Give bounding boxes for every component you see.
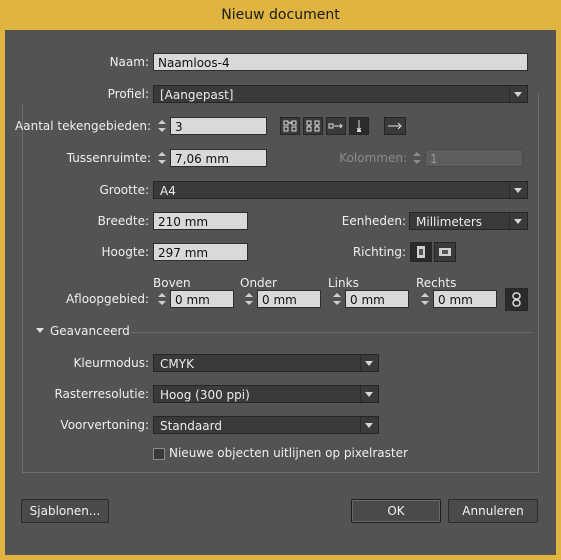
afloop-onder-label: Onder bbox=[240, 276, 277, 290]
richting-label: Richting: bbox=[352, 245, 406, 259]
uitlijnen-checkbox[interactable] bbox=[153, 448, 165, 460]
voorvertoning-label: Voorvertoning: bbox=[60, 418, 149, 432]
kleurmodus-value: CMYK bbox=[160, 357, 194, 371]
eenheden-select[interactable]: Millimeters bbox=[409, 212, 528, 230]
link-chain-icon[interactable] bbox=[505, 288, 528, 311]
grid-by-row-icon[interactable] bbox=[280, 117, 300, 135]
afloop-onder-spinner[interactable] bbox=[241, 290, 257, 308]
profiel-label: Profiel: bbox=[5, 84, 149, 104]
window-title: Nieuw document bbox=[221, 7, 340, 23]
kolommen-spinner bbox=[409, 149, 425, 167]
portrait-icon[interactable] bbox=[410, 242, 432, 262]
arrange-by-row-icon[interactable] bbox=[326, 117, 346, 135]
chevron-down-icon bbox=[360, 417, 378, 433]
geavanceerd-label[interactable]: Geavanceerd bbox=[50, 324, 130, 338]
rasterresolutie-value: Hoog (300 ppi) bbox=[160, 388, 250, 402]
tekengebieden-spinner[interactable] bbox=[154, 117, 170, 135]
afloop-boven-input[interactable]: 0 mm bbox=[170, 290, 234, 308]
rasterresolutie-label: Rasterresolutie: bbox=[54, 387, 149, 401]
chevron-down-icon bbox=[360, 386, 378, 402]
tussenruimte-spinner[interactable] bbox=[154, 149, 170, 167]
afloop-boven-spinner[interactable] bbox=[154, 290, 170, 308]
kleurmodus-select[interactable]: CMYK bbox=[153, 354, 379, 372]
afloop-onder-input[interactable]: 0 mm bbox=[257, 290, 321, 308]
breedte-input[interactable]: 210 mm bbox=[153, 212, 248, 230]
naam-input[interactable]: Naamloos-4 bbox=[153, 53, 528, 71]
afloop-boven-label: Boven bbox=[153, 276, 191, 290]
chevron-down-icon bbox=[509, 182, 527, 198]
kleurmodus-label: Kleurmodus: bbox=[73, 356, 149, 370]
tekengebieden-label: Aantal tekengebieden: bbox=[15, 119, 151, 133]
advanced-divider bbox=[129, 332, 533, 333]
rasterresolutie-select[interactable]: Hoog (300 ppi) bbox=[153, 385, 379, 403]
profiel-value: [Aangepast] bbox=[160, 88, 234, 102]
tussenruimte-input[interactable]: 7,06 mm bbox=[170, 149, 267, 167]
afloop-links-input[interactable]: 0 mm bbox=[345, 290, 409, 308]
collapse-triangle-icon[interactable] bbox=[36, 328, 44, 333]
tekengebieden-input[interactable]: 3 bbox=[170, 117, 267, 135]
voorvertoning-select[interactable]: Standaard bbox=[153, 416, 379, 434]
grid-by-column-icon[interactable] bbox=[303, 117, 323, 135]
kolommen-label: Kolommen: bbox=[339, 151, 407, 165]
hoogte-label: Hoogte: bbox=[101, 245, 149, 259]
afloop-label: Afloopgebied: bbox=[65, 292, 149, 306]
naam-label: Naam: bbox=[109, 55, 149, 69]
uitlijnen-label[interactable]: Nieuwe objecten uitlijnen op pixelraster bbox=[169, 446, 408, 460]
hoogte-input[interactable]: 297 mm bbox=[153, 243, 248, 261]
dialog-window: Nieuw document Naam: Naamloos-4 Profiel:… bbox=[0, 0, 561, 560]
tussenruimte-label: Tussenruimte: bbox=[66, 151, 151, 165]
voorvertoning-value: Standaard bbox=[160, 419, 222, 433]
eenheden-value: Millimeters bbox=[416, 215, 483, 229]
breedte-label: Breedte: bbox=[97, 214, 149, 228]
afloop-links-spinner[interactable] bbox=[329, 290, 345, 308]
annuleren-button[interactable]: Annuleren bbox=[448, 499, 538, 523]
dialog-body: Naam: Naamloos-4 Profiel: [Aangepast] Aa… bbox=[5, 30, 556, 555]
afloop-links-label: Links bbox=[328, 276, 359, 290]
chevron-down-icon bbox=[509, 86, 527, 102]
grootte-value: A4 bbox=[160, 184, 176, 198]
profiel-select[interactable]: [Aangepast] bbox=[153, 85, 528, 103]
kolommen-input: 1 bbox=[425, 149, 523, 167]
sjablonen-button[interactable]: Sjablonen... bbox=[21, 499, 109, 523]
grootte-label: Grootte: bbox=[99, 183, 150, 197]
grootte-select[interactable]: A4 bbox=[153, 181, 528, 199]
afloop-rechts-input[interactable]: 0 mm bbox=[433, 290, 497, 308]
chevron-down-icon bbox=[360, 355, 378, 371]
chevron-down-icon bbox=[509, 213, 527, 229]
ok-button[interactable]: OK bbox=[351, 499, 441, 523]
afloop-rechts-label: Rechts bbox=[416, 276, 457, 290]
arrange-by-column-icon[interactable] bbox=[349, 117, 369, 135]
afloop-rechts-spinner[interactable] bbox=[417, 290, 433, 308]
arrow-right-icon[interactable] bbox=[384, 117, 406, 135]
eenheden-label: Eenheden: bbox=[341, 214, 406, 228]
landscape-icon[interactable] bbox=[434, 242, 456, 262]
